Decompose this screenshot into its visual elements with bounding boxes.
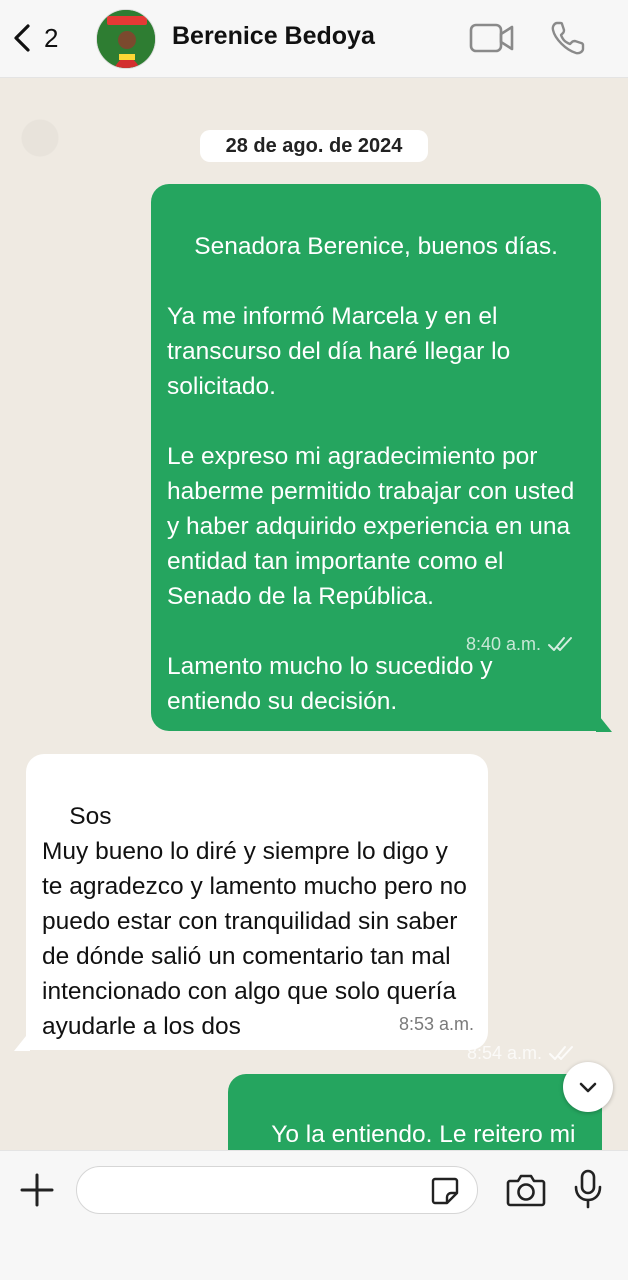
avatar-image (97, 10, 155, 68)
message-time: 8:54 a.m. (466, 1042, 542, 1063)
video-camera-icon[interactable] (468, 18, 516, 58)
chat-header: 2 Berenice Bedoya (0, 0, 628, 78)
camera-icon[interactable] (505, 1171, 547, 1209)
message-outgoing[interactable]: Senadora Berenice, buenos días. Ya me in… (151, 184, 601, 731)
contact-avatar[interactable] (96, 9, 156, 69)
sticker-icon[interactable] (429, 1175, 461, 1207)
phone-icon[interactable] (548, 18, 588, 58)
message-input-container[interactable] (76, 1166, 478, 1214)
back-button[interactable]: 2 (10, 18, 58, 58)
chevron-down-icon (579, 1082, 597, 1093)
message-incoming[interactable]: Sos Muy bueno lo diré y siempre lo digo … (26, 754, 488, 1050)
bubble-tail (596, 712, 612, 732)
unread-count: 2 (44, 22, 59, 53)
contact-name[interactable]: Berenice Bedoya (172, 22, 375, 51)
bubble-tail (14, 1031, 30, 1051)
message-time: 8:40 a.m. (465, 633, 541, 654)
message-text: Sos Muy bueno lo diré y siempre lo digo … (42, 803, 467, 1040)
message-meta: 8:53 a.m. (399, 1007, 474, 1042)
scroll-to-bottom-button[interactable] (563, 1062, 613, 1112)
message-meta: 8:40 a.m. (466, 565, 587, 723)
double-check-icon (547, 565, 587, 723)
message-input[interactable] (93, 1175, 423, 1205)
chevron-left-icon (14, 24, 30, 52)
message-time: 8:53 a.m. (398, 1014, 474, 1034)
date-separator: 28 de ago. de 2024 (200, 130, 428, 162)
message-composer (0, 1150, 628, 1280)
chat-area[interactable]: 28 de ago. de 2024 Senadora Berenice, bu… (0, 78, 628, 1150)
message-meta: 8:54 a.m. (467, 974, 588, 1132)
message-outgoing[interactable]: Yo la entiendo. Le reitero mi agradecimi… (228, 1043, 602, 1150)
plus-icon[interactable] (18, 1171, 56, 1209)
microphone-icon[interactable] (572, 1168, 604, 1210)
